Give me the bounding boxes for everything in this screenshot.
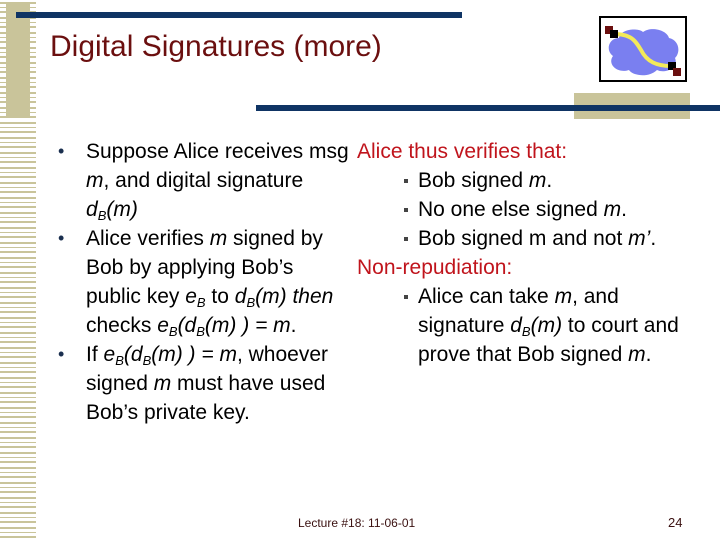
slide-title: Digital Signatures (more) bbox=[50, 30, 382, 63]
list-item: No one else signed m. bbox=[357, 195, 687, 224]
non-repudiation-heading: Non-repudiation: bbox=[357, 256, 513, 279]
verification-heading: Alice thus verifies that: bbox=[357, 140, 568, 163]
decorative-left-block bbox=[6, 4, 30, 116]
bullet-item: • If eB(dB(m) ) = m, whoever signed m mu… bbox=[50, 340, 350, 427]
bullet-icon: • bbox=[58, 141, 65, 161]
bullet-icon: • bbox=[58, 344, 65, 364]
square-bullet-icon bbox=[404, 295, 408, 299]
logo-endpoint-b-outer bbox=[673, 68, 681, 76]
square-bullet-icon bbox=[404, 237, 408, 241]
network-signature-icon bbox=[599, 16, 687, 82]
list-item: Alice can take m, and signature dB(m) to… bbox=[357, 282, 687, 369]
footer-lecture-label: Lecture #18: 11-06-01 bbox=[298, 516, 416, 530]
square-bullet-icon bbox=[404, 179, 408, 183]
bullet-item: • Suppose Alice receives msg m, and digi… bbox=[50, 137, 350, 224]
right-column: Alice thus verifies that: Bob signed m. … bbox=[357, 137, 687, 369]
list-item: Bob signed m and not m’. bbox=[357, 224, 687, 253]
bullet-icon: • bbox=[58, 228, 65, 248]
left-column: • Suppose Alice receives msg m, and digi… bbox=[50, 137, 350, 427]
page-number: 24 bbox=[668, 515, 683, 530]
square-bullet-icon bbox=[404, 208, 408, 212]
title-bottom-rule bbox=[256, 105, 720, 111]
logo-endpoint-a bbox=[610, 30, 618, 38]
title-top-rule bbox=[16, 12, 462, 18]
list-item: Bob signed m. bbox=[357, 166, 687, 195]
bullet-item: • Alice verifies m signed by Bob by appl… bbox=[50, 224, 350, 340]
